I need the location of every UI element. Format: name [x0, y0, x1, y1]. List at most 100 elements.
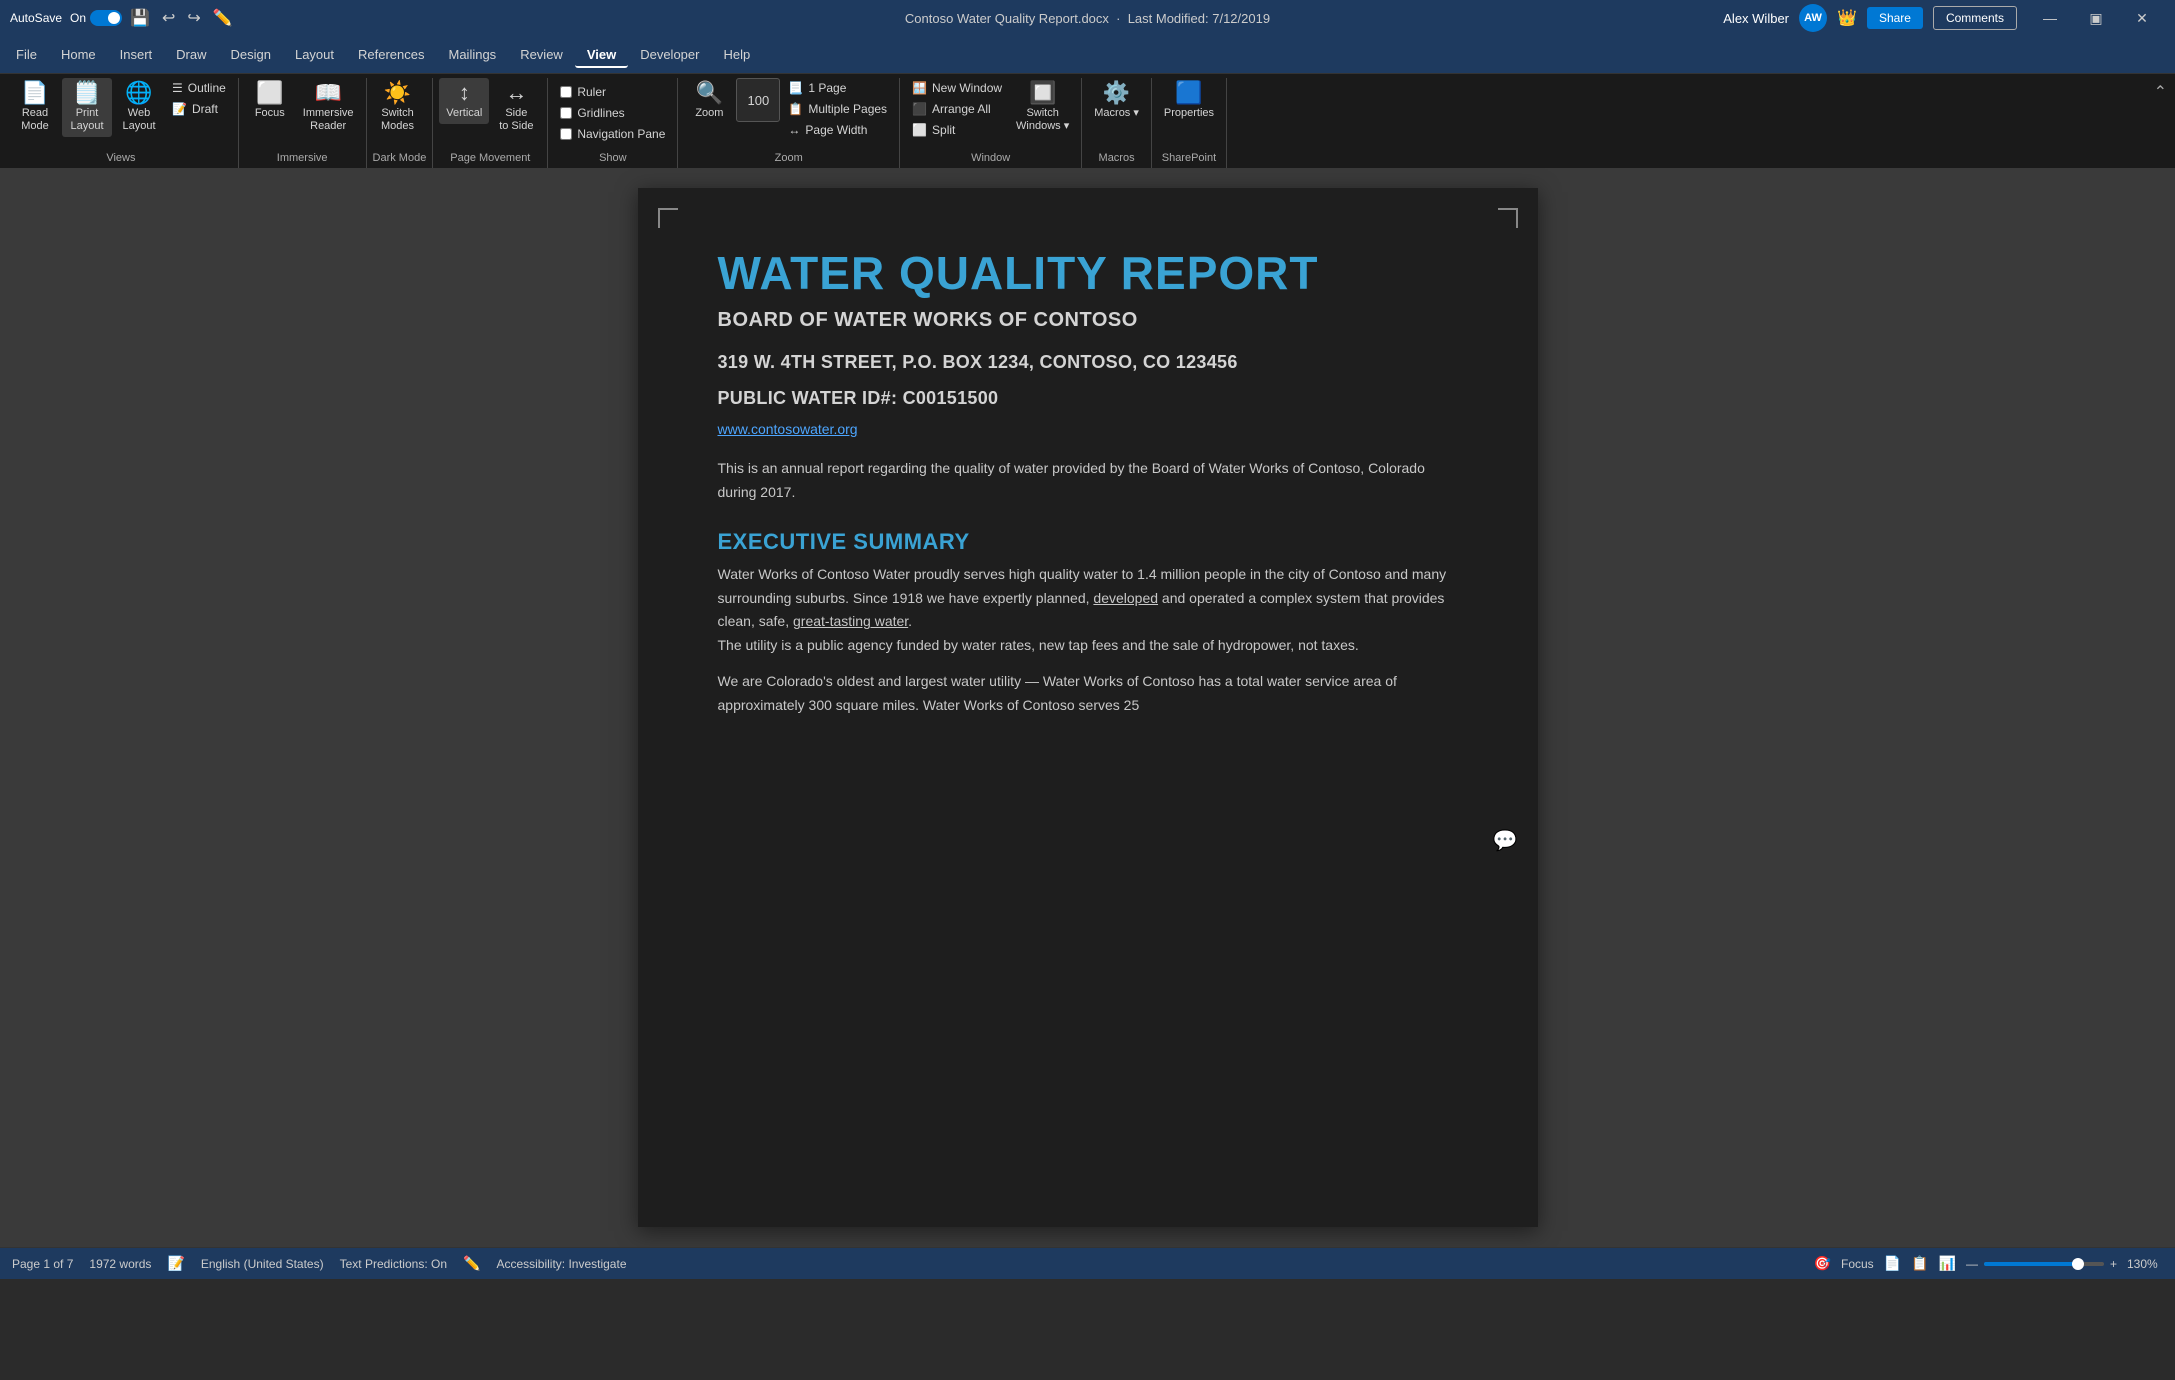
zoom-col: 📃 1 Page 📋 Multiple Pages ↔ Page Width	[782, 78, 893, 140]
zoom-slider[interactable]	[1984, 1262, 2104, 1266]
menu-design[interactable]: Design	[219, 41, 283, 68]
focus-icon[interactable]: 🎯	[1814, 1255, 1831, 1272]
ruler-label: Ruler	[577, 85, 606, 99]
zoom-100-button[interactable]: 100	[736, 78, 780, 122]
restore-button[interactable]: ▣	[2073, 0, 2119, 36]
switch-modes-button[interactable]: ☀️ SwitchModes	[373, 78, 423, 137]
ruler-checkbox-row[interactable]: Ruler	[554, 82, 671, 102]
user-avatar[interactable]: AW	[1799, 4, 1827, 32]
arrange-all-icon: ⬛	[912, 102, 927, 116]
menu-bar: File Home Insert Draw Design Layout Refe…	[0, 36, 2175, 74]
read-mode-button[interactable]: 📄 ReadMode	[10, 78, 60, 137]
exec-summary-p1: Water Works of Contoso Water proudly ser…	[718, 563, 1458, 658]
corner-mark-tr	[1498, 208, 1518, 228]
menu-help[interactable]: Help	[711, 41, 762, 68]
menu-references[interactable]: References	[346, 41, 436, 68]
close-button[interactable]: ✕	[2119, 0, 2165, 36]
comment-icon[interactable]: 💬	[1493, 828, 1518, 853]
vertical-button[interactable]: ↕ Vertical	[439, 78, 489, 124]
collapse-icon[interactable]: ⌃	[2154, 82, 2167, 102]
ribbon-group-window: 🪟 New Window ⬛ Arrange All ⬜ Split 🔲 Swi…	[900, 78, 1082, 168]
exec-summary-title: EXECUTIVE SUMMARY	[718, 529, 1458, 555]
ruler-checkbox[interactable]	[560, 86, 572, 98]
menu-developer[interactable]: Developer	[628, 41, 711, 68]
zoom-100-label: 100	[748, 93, 770, 108]
document-website-link[interactable]: www.contosowater.org	[718, 421, 1458, 437]
menu-layout[interactable]: Layout	[283, 41, 346, 68]
focus-button[interactable]: ⬜ Focus	[245, 78, 295, 124]
side-to-side-icon: ↔	[505, 82, 527, 104]
gridlines-label: Gridlines	[577, 106, 624, 120]
multi-page-button[interactable]: 📋 Multiple Pages	[782, 99, 893, 119]
nav-pane-checkbox-row[interactable]: Navigation Pane	[554, 124, 671, 144]
one-page-icon: 📃	[788, 81, 803, 95]
nav-pane-checkbox[interactable]	[560, 128, 572, 140]
view-layout-icon[interactable]: 📄	[1884, 1255, 1901, 1272]
side-to-side-button[interactable]: ↔ Sideto Side	[491, 78, 541, 137]
immersive-group-label: Immersive	[245, 150, 360, 166]
comments-button[interactable]: Comments	[1933, 6, 2017, 30]
immersive-reader-button[interactable]: 📖 ImmersiveReader	[297, 78, 360, 137]
draft-icon: 📝	[172, 102, 187, 116]
save-icon[interactable]: 💾	[130, 8, 150, 28]
zoom-decrease[interactable]: —	[1966, 1257, 1978, 1271]
zoom-level[interactable]: 130%	[2127, 1257, 2163, 1271]
customize-icon[interactable]: ✏️	[213, 8, 233, 28]
ribbon-collapse-btn[interactable]: ⌃	[2150, 78, 2171, 168]
zoom-slider-thumb[interactable]	[2072, 1258, 2084, 1270]
minimize-button[interactable]: —	[2027, 0, 2073, 36]
menu-home[interactable]: Home	[49, 41, 108, 68]
zoom-button[interactable]: 🔍 Zoom	[684, 78, 734, 124]
sharepoint-group-label: SharePoint	[1158, 150, 1220, 166]
gridlines-checkbox-row[interactable]: Gridlines	[554, 103, 671, 123]
ribbon: 📄 ReadMode 🗒️ PrintLayout 🌐 WebLayout ☰ …	[0, 74, 2175, 168]
ribbon-group-show: Ruler Gridlines Navigation Pane Show	[548, 78, 678, 168]
new-window-button[interactable]: 🪟 New Window	[906, 78, 1008, 98]
focus-label[interactable]: Focus	[1841, 1257, 1874, 1271]
view-grid-icon[interactable]: 📊	[1939, 1255, 1956, 1272]
corner-mark-tl	[658, 208, 678, 228]
new-window-icon: 🪟	[912, 81, 927, 95]
menu-file[interactable]: File	[4, 41, 49, 68]
ribbon-group-page-movement: ↕ Vertical ↔ Sideto Side Page Movement	[433, 78, 548, 168]
user-name: Alex Wilber	[1723, 11, 1789, 26]
multi-page-icon: 📋	[788, 102, 803, 116]
menu-view[interactable]: View	[575, 41, 628, 68]
zoom-increase[interactable]: +	[2110, 1257, 2117, 1271]
outline-button[interactable]: ☰ Outline	[166, 78, 232, 98]
document-intro: This is an annual report regarding the q…	[718, 457, 1458, 505]
undo-icon[interactable]: ↩	[162, 8, 175, 28]
ribbon-group-views: 📄 ReadMode 🗒️ PrintLayout 🌐 WebLayout ☰ …	[4, 78, 239, 168]
view-toggle-icon[interactable]: 📋	[1911, 1255, 1928, 1272]
share-button[interactable]: Share	[1867, 7, 1923, 29]
title-toolbar-icons: 💾 ↩ ↪ ✏️	[130, 8, 233, 28]
zoom-slider-container[interactable]: — +	[1966, 1257, 2117, 1271]
title-bar-right: Alex Wilber AW 👑 Share Comments — ▣ ✕	[1447, 0, 2165, 36]
zoom-slider-fill	[1984, 1262, 2078, 1266]
menu-review[interactable]: Review	[508, 41, 575, 68]
macros-button[interactable]: ⚙️ Macros ▾	[1088, 78, 1145, 124]
page-movement-group-label: Page Movement	[439, 150, 541, 166]
outline-draft-col: ☰ Outline 📝 Draft	[166, 78, 232, 119]
switch-modes-icon: ☀️	[384, 82, 411, 104]
split-button[interactable]: ⬜ Split	[906, 120, 1008, 140]
properties-button[interactable]: 🟦 Properties	[1158, 78, 1220, 124]
document-filename: Contoso Water Quality Report.docx	[905, 11, 1109, 26]
menu-insert[interactable]: Insert	[108, 41, 165, 68]
arrange-all-button[interactable]: ⬛ Arrange All	[906, 99, 1008, 119]
gridlines-checkbox[interactable]	[560, 107, 572, 119]
draft-button[interactable]: 📝 Draft	[166, 99, 232, 119]
web-layout-button[interactable]: 🌐 WebLayout	[114, 78, 164, 137]
autosave-toggle[interactable]: On	[70, 10, 122, 26]
status-bar-right: 🎯 Focus 📄 📋 📊 — + 130%	[1814, 1255, 2163, 1272]
redo-icon[interactable]: ↪	[187, 8, 200, 28]
print-layout-button[interactable]: 🗒️ PrintLayout	[62, 78, 112, 137]
one-page-button[interactable]: 📃 1 Page	[782, 78, 893, 98]
menu-draw[interactable]: Draw	[164, 41, 218, 68]
page-width-button[interactable]: ↔ Page Width	[782, 120, 893, 140]
menu-mailings[interactable]: Mailings	[437, 41, 509, 68]
autosave-state: On	[70, 11, 86, 25]
nav-pane-label: Navigation Pane	[577, 127, 665, 141]
switch-windows-button[interactable]: 🔲 SwitchWindows ▾	[1010, 78, 1075, 137]
autosave-switch[interactable]	[90, 10, 122, 26]
